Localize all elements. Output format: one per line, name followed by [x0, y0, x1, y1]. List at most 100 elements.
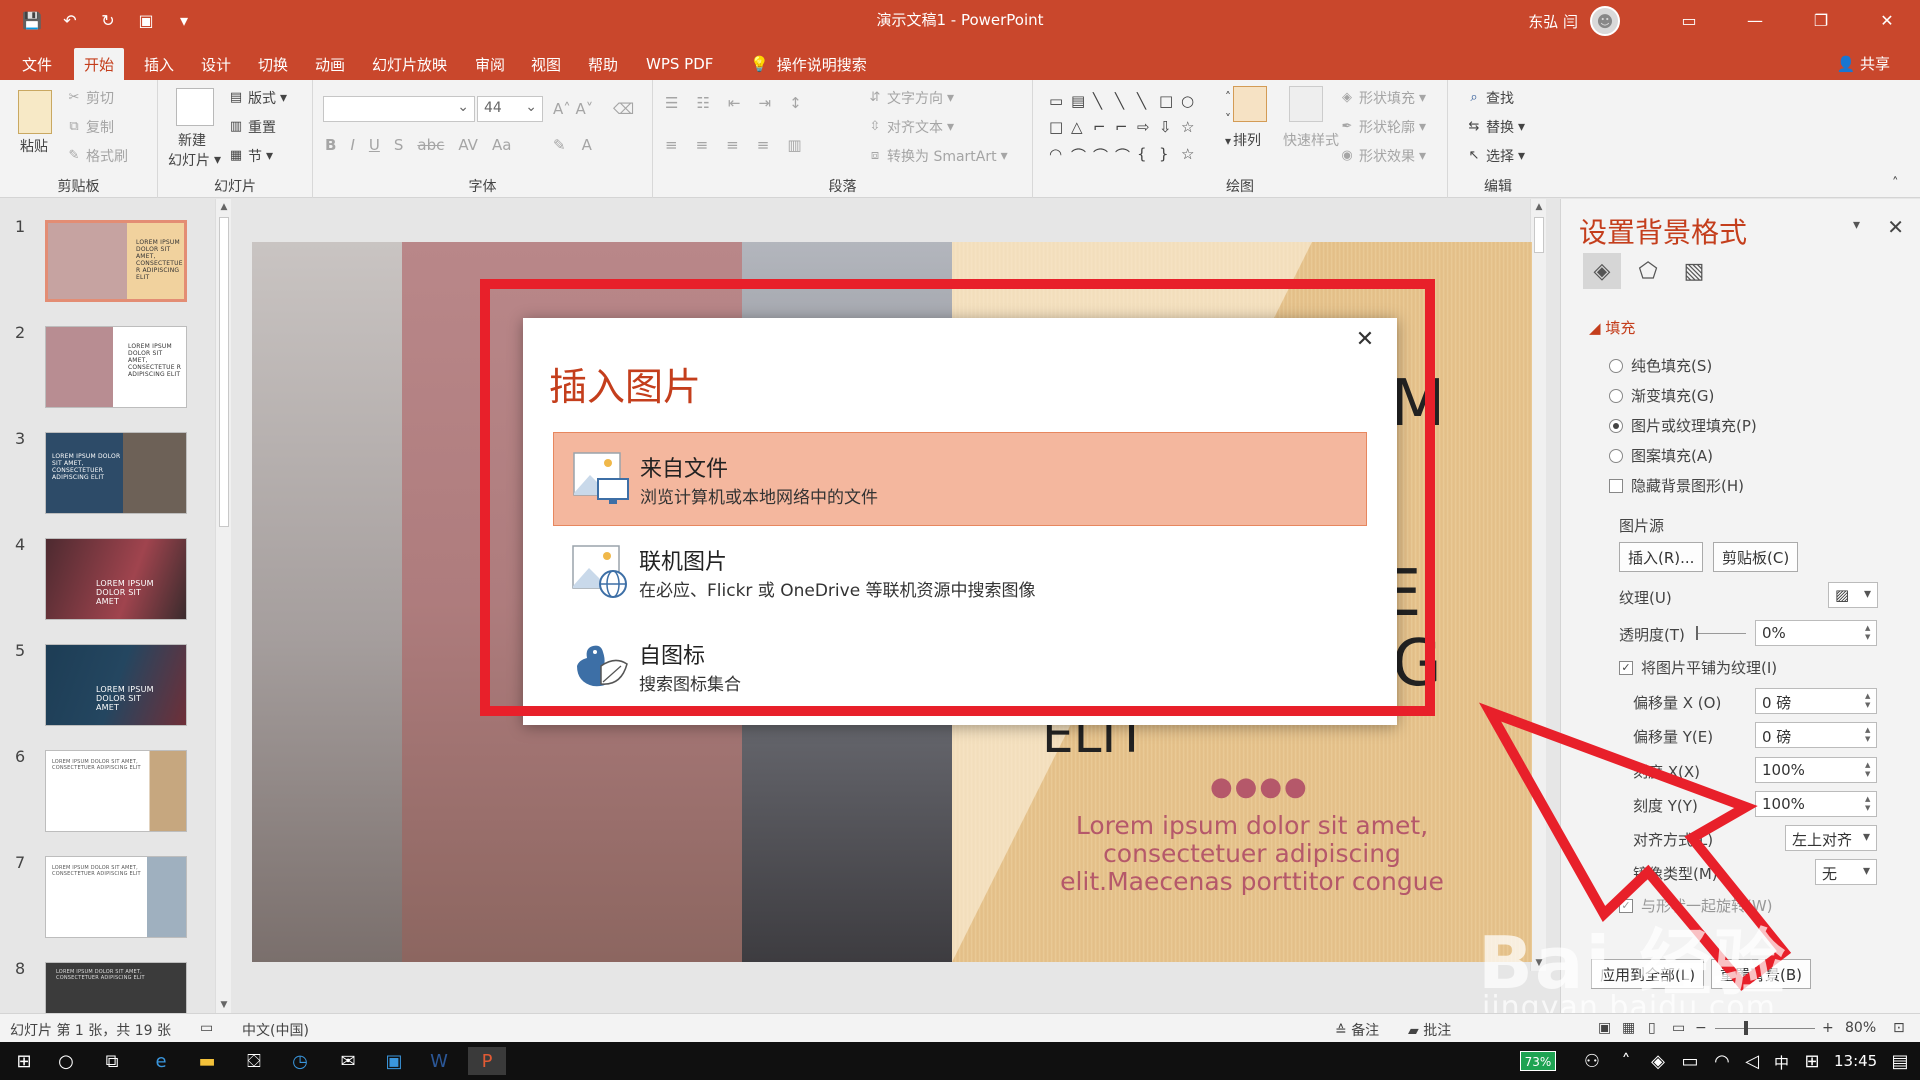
font-color-buttons[interactable]: ✎ A [553, 136, 592, 154]
offset-y-input[interactable]: 0 磅 [1755, 722, 1877, 748]
tell-me-search[interactable]: 💡 操作说明搜索 [740, 48, 877, 80]
online-pictures-option[interactable]: 联机图片 在必应、Flickr 或 OneDrive 等联机资源中搜索图像 [553, 526, 1367, 620]
smartart-button[interactable]: ⧈ 转换为 SmartArt ▾ [867, 146, 1008, 166]
file-explorer-icon[interactable]: ▬ [193, 1047, 221, 1075]
thumbnail-6[interactable]: LOREM IPSUM DOLOR SIT AMET, CONSECTETUER… [45, 750, 187, 832]
font-style-buttons[interactable]: B I U Sabc AV Aa [325, 136, 511, 154]
volume-icon[interactable]: ◁ [1738, 1047, 1766, 1075]
align-buttons[interactable]: ≡ ≡ ≡ ≡ ▥ [665, 136, 802, 154]
ribbon-display-icon[interactable]: ▭ [1656, 0, 1722, 40]
notification-icon[interactable]: ▤ [1886, 1047, 1914, 1075]
zoom-level[interactable]: 80% [1845, 1020, 1876, 1036]
transparency-slider[interactable] [1696, 633, 1746, 634]
ime-mode-icon[interactable]: ⊞ [1798, 1047, 1826, 1075]
offset-x-input[interactable]: 0 磅 [1755, 688, 1877, 714]
word-icon[interactable]: W [425, 1047, 453, 1075]
present-icon[interactable]: ▣ [134, 8, 158, 32]
list-buttons[interactable]: ☰ ☷ ⇤ ⇥ ↕ [665, 94, 802, 112]
fit-to-window-icon[interactable]: ⊡ [1893, 1020, 1905, 1036]
cut-button[interactable]: ✂ 剪切 [66, 88, 114, 108]
picture-fill-radio[interactable]: 图片或纹理填充(P) [1609, 415, 1757, 436]
thumbnail-5[interactable]: LOREM IPSUM DOLOR SIT AMET [45, 644, 187, 726]
close-icon[interactable]: ✕ [1351, 326, 1379, 354]
hide-background-checkbox[interactable]: 隐藏背景图形(H) [1609, 475, 1744, 496]
replace-button[interactable]: ⇆ 替换 ▾ [1466, 117, 1525, 137]
undo-icon[interactable]: ↶ [58, 8, 82, 32]
customize-qat-icon[interactable]: ▾ [172, 8, 196, 32]
zoom-slider[interactable] [1715, 1028, 1815, 1029]
task-view-icon[interactable]: ⧉ [98, 1047, 126, 1075]
battery-icon[interactable]: ▭ [1676, 1047, 1704, 1075]
format-painter-button[interactable]: ✎ 格式刷 [66, 146, 128, 166]
list-item[interactable]: 2 LOREM IPSUM DOLOR SIT AMET, CONSECTETU… [0, 323, 200, 413]
zoom-slider-knob[interactable] [1744, 1021, 1748, 1035]
ime-indicator[interactable]: 中 [1774, 1052, 1789, 1073]
close-window-icon[interactable]: ✕ [1854, 0, 1920, 40]
select-button[interactable]: ↖ 选择 ▾ [1466, 146, 1525, 166]
zoom-out-icon[interactable]: − [1695, 1020, 1707, 1036]
windows-start-icon[interactable]: ⊞ [10, 1047, 38, 1075]
text-direction-button[interactable]: ⇵ 文字方向 ▾ [867, 88, 954, 108]
scale-x-input[interactable]: 100% [1755, 757, 1877, 783]
cortana-icon[interactable]: ○ [52, 1047, 80, 1075]
mail-icon[interactable]: ✉ [334, 1047, 362, 1075]
app-icon[interactable]: ▣ [380, 1047, 408, 1075]
texture-dropdown[interactable]: ▨ [1828, 582, 1878, 608]
paste-icon[interactable] [18, 90, 52, 134]
spelling-icon[interactable]: ▭ [200, 1020, 213, 1036]
gradient-fill-radio[interactable]: 渐变填充(G) [1609, 385, 1714, 406]
shape-effects-button[interactable]: ◉ 形状效果 ▾ [1339, 146, 1426, 166]
edge-icon[interactable]: e [147, 1047, 175, 1075]
reading-view-icon[interactable]: ▯ [1648, 1020, 1656, 1036]
solid-fill-radio[interactable]: 纯色填充(S) [1609, 355, 1712, 376]
section-button[interactable]: ▦ 节 ▾ [228, 146, 273, 166]
grow-font-icon[interactable]: A˄ A˅ [553, 100, 593, 118]
thumbnail-3[interactable]: LOREM IPSUM DOLOR SIT AMET, CONSECTETUER… [45, 432, 187, 514]
comments-button[interactable]: ▰ 批注 [1408, 1020, 1451, 1040]
alignment-dropdown[interactable]: 左上对齐 [1785, 825, 1877, 851]
tab-animations[interactable]: 动画 [305, 48, 355, 80]
thumbnails-scrollbar[interactable]: ▲ ▼ [215, 199, 231, 1013]
thumbnail-4[interactable]: LOREM IPSUM DOLOR SIT AMET [45, 538, 187, 620]
slideshow-view-icon[interactable]: ▭ [1672, 1020, 1685, 1036]
tray-app-icon[interactable]: ◈ [1644, 1047, 1672, 1075]
list-item[interactable]: 7 LOREM IPSUM DOLOR SIT AMET, CONSECTETU… [0, 853, 200, 943]
paste-button[interactable]: 粘贴 [20, 136, 48, 156]
arrange-button[interactable]: 排列 [1233, 130, 1261, 150]
zoom-in-icon[interactable]: + [1822, 1020, 1834, 1036]
tab-design[interactable]: 设计 [191, 48, 241, 80]
tab-review[interactable]: 审阅 [465, 48, 515, 80]
from-file-option[interactable]: 来自文件 浏览计算机或本地网络中的文件 [553, 432, 1367, 526]
canvas-scroll-up-icon[interactable]: ▲ [1531, 199, 1547, 215]
tab-wps-pdf[interactable]: WPS PDF [636, 48, 723, 80]
thumbnail-2[interactable]: LOREM IPSUM DOLOR SIT AMET, CONSECTETUE … [45, 326, 187, 408]
list-item[interactable]: 8 LOREM IPSUM DOLOR SIT AMET, CONSECTETU… [0, 959, 200, 1013]
save-icon[interactable]: 💾 [20, 8, 44, 32]
pane-close-icon[interactable]: ✕ [1887, 215, 1904, 239]
font-name-box[interactable]: ⌄ [323, 96, 475, 122]
insert-button[interactable]: 插入(R)... [1619, 542, 1704, 572]
picture-tab-icon[interactable]: ▧ [1675, 253, 1713, 289]
effects-tab-icon[interactable]: ⬠ [1629, 253, 1667, 289]
fill-tab-icon[interactable]: ◈ [1583, 253, 1621, 289]
user-name[interactable]: 东弘 闫 [1528, 11, 1578, 32]
pattern-fill-radio[interactable]: 图案填充(A) [1609, 445, 1713, 466]
list-item[interactable]: 3 LOREM IPSUM DOLOR SIT AMET, CONSECTETU… [0, 429, 200, 519]
clock[interactable]: 13:45 [1834, 1052, 1877, 1070]
tab-view[interactable]: 视图 [521, 48, 571, 80]
restore-icon[interactable]: ❐ [1788, 0, 1854, 40]
tile-texture-checkbox[interactable]: ✓ 将图片平铺为纹理(I) [1619, 657, 1777, 678]
share-button[interactable]: 👤 共享 [1837, 53, 1890, 74]
collapse-ribbon-icon[interactable]: ˄ [1892, 176, 1899, 191]
reset-button[interactable]: ▥ 重置 [228, 117, 276, 137]
redo-icon[interactable]: ↻ [96, 8, 120, 32]
tray-expand-icon[interactable]: ˄ [1612, 1047, 1640, 1075]
quick-styles-icon[interactable] [1289, 86, 1323, 122]
wifi-icon[interactable]: ◠ [1708, 1047, 1736, 1075]
normal-view-icon[interactable]: ▣ [1598, 1020, 1611, 1036]
tab-transitions[interactable]: 切换 [248, 48, 298, 80]
pane-options-icon[interactable]: ▾ [1853, 217, 1860, 233]
tab-slideshow[interactable]: 幻灯片放映 [362, 48, 457, 80]
store-icon[interactable]: ⛋ [240, 1047, 268, 1075]
new-slide-icon[interactable] [176, 88, 214, 126]
